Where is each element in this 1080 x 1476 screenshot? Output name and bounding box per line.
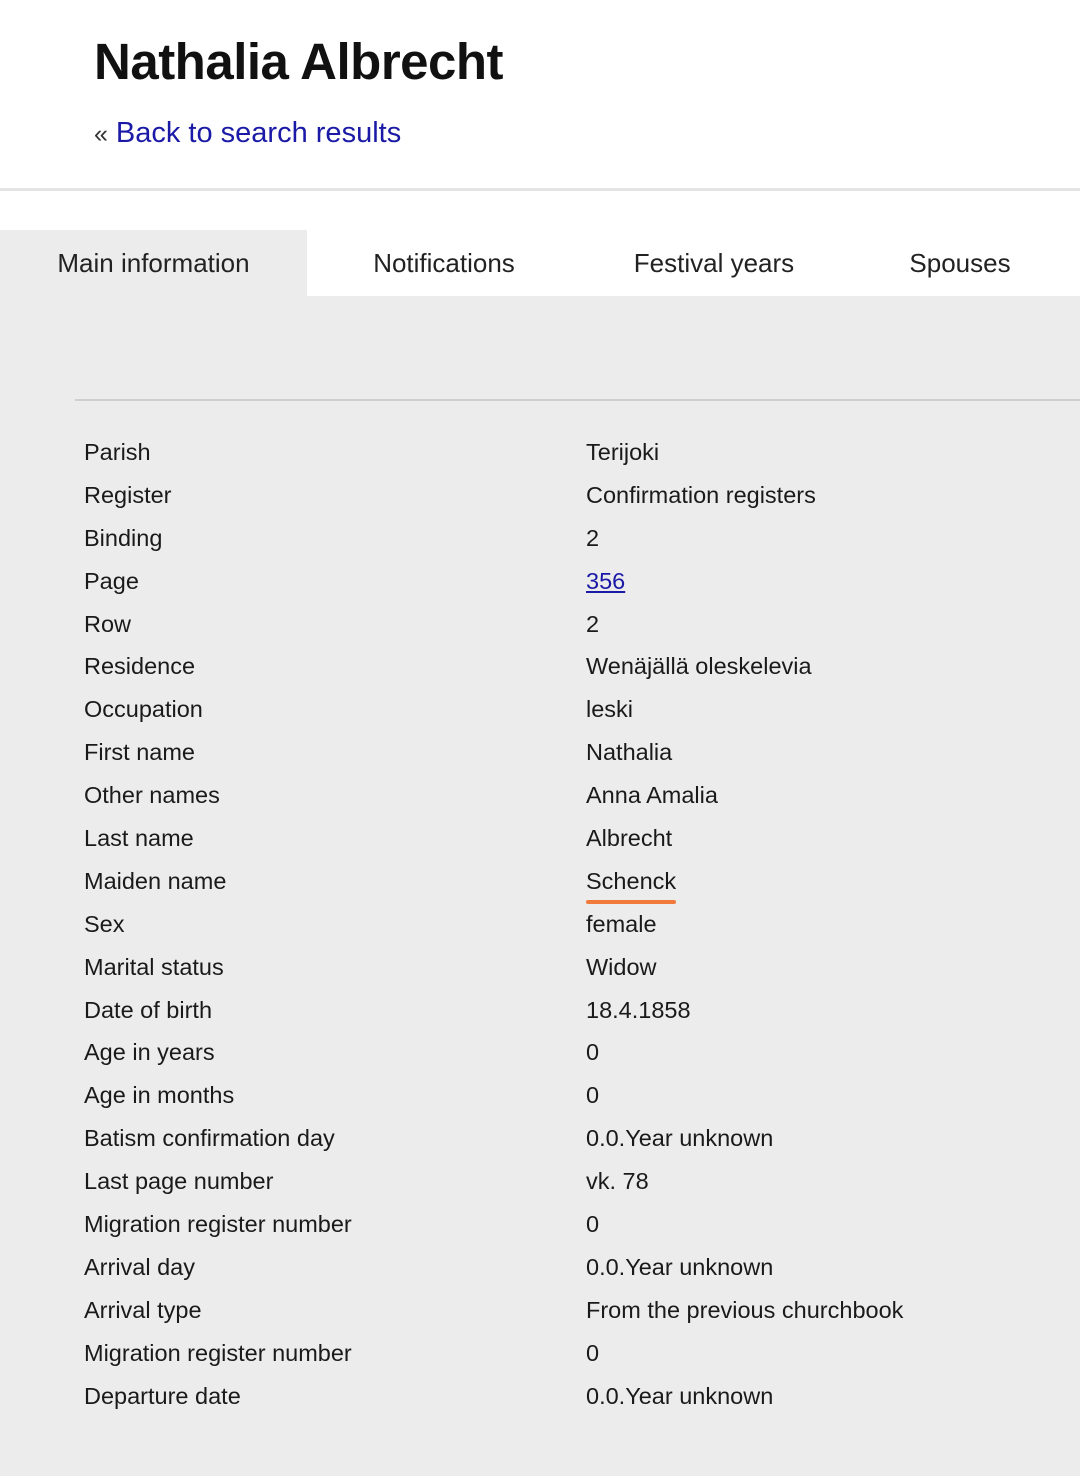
row-residence: Residence Wenäjällä oleskelevia — [84, 645, 1024, 688]
main-information-panel: Parish Terijoki Register Confirmation re… — [0, 296, 1080, 1476]
value-last-name: Albrecht — [586, 824, 673, 851]
label-other-names: Other names — [84, 782, 220, 809]
row-occupation: Occupation leski — [84, 688, 1024, 731]
label-last-name: Last name — [84, 824, 194, 851]
value-maiden-name-cell: Schenck — [586, 860, 1024, 904]
label-first-name: First name — [84, 739, 195, 766]
value-date-of-birth: 18.4.1858 — [586, 996, 691, 1023]
row-page: Page 356 — [84, 560, 1024, 603]
value-age-in-years: 0 — [586, 1039, 600, 1066]
back-arrow-icon: « — [94, 120, 108, 148]
label-last-page-number: Last page number — [84, 1168, 274, 1195]
row-age-in-months: Age in months 0 — [84, 1074, 1024, 1117]
row-arrival-day: Arrival day 0.0.Year unknown — [84, 1246, 1024, 1289]
value-last-page-number: vk. 78 — [586, 1168, 649, 1195]
value-first-name: Nathalia — [586, 739, 673, 766]
row-sex: Sex female — [84, 903, 1024, 946]
row-date-of-birth: Date of birth 18.4.1858 — [84, 989, 1024, 1032]
page-title: Nathalia Albrecht — [94, 33, 504, 90]
tab-main-information[interactable]: Main information — [0, 230, 307, 296]
row-register: Register Confirmation registers — [84, 474, 1024, 517]
value-migration-register-number-2: 0 — [586, 1339, 600, 1366]
value-migration-register-number: 0 — [586, 1210, 600, 1237]
tab-notifications[interactable]: Notifications — [340, 230, 548, 296]
value-row: 2 — [586, 610, 600, 637]
label-departure-date: Departure date — [84, 1382, 241, 1409]
row-row: Row 2 — [84, 603, 1024, 646]
highlight-underline — [586, 899, 677, 904]
tab-spouses[interactable]: Spouses — [880, 230, 1040, 296]
row-last-page-number: Last page number vk. 78 — [84, 1160, 1024, 1203]
page-number-link[interactable]: 356 — [586, 568, 625, 594]
tab-festival-years[interactable]: Festival years — [610, 230, 818, 296]
row-marital-status: Marital status Widow — [84, 946, 1024, 989]
value-marital-status: Widow — [586, 953, 657, 980]
row-migration-register-number-2: Migration register number 0 — [84, 1332, 1024, 1375]
content-divider — [75, 399, 1080, 401]
row-arrival-type: Arrival type From the previous churchboo… — [84, 1289, 1024, 1332]
row-parish: Parish Terijoki — [84, 431, 1024, 474]
value-page-cell: 356 — [586, 560, 1024, 603]
label-migration-register-number-2: Migration register number — [84, 1339, 352, 1366]
label-maiden-name: Maiden name — [84, 867, 227, 894]
value-confirmation-day: 0.0.Year unknown — [586, 1125, 774, 1152]
label-date-of-birth: Date of birth — [84, 996, 213, 1023]
value-arrival-type: From the previous churchbook — [586, 1296, 904, 1323]
label-residence: Residence — [84, 653, 196, 680]
value-arrival-day: 0.0.Year unknown — [586, 1253, 774, 1280]
value-age-in-months: 0 — [586, 1082, 600, 1109]
row-migration-register-number: Migration register number 0 — [84, 1203, 1024, 1246]
label-age-in-months: Age in months — [84, 1082, 235, 1109]
value-sex: female — [586, 910, 657, 937]
label-parish: Parish — [84, 438, 151, 465]
label-arrival-day: Arrival day — [84, 1253, 196, 1280]
label-migration-register-number: Migration register number — [84, 1210, 352, 1237]
label-sex: Sex — [84, 910, 125, 937]
value-binding: 2 — [586, 524, 600, 551]
highlighted-maiden-name: Schenck — [586, 867, 677, 904]
value-maiden-name: Schenck — [586, 867, 677, 894]
label-arrival-type: Arrival type — [84, 1296, 202, 1323]
label-row: Row — [84, 610, 132, 637]
tab-bar: Main information Notifications Festival … — [0, 191, 1080, 296]
row-age-in-years: Age in years 0 — [84, 1031, 1024, 1074]
row-binding: Binding 2 — [84, 517, 1024, 560]
row-departure-date: Departure date 0.0.Year unknown — [84, 1375, 1024, 1418]
label-register: Register — [84, 481, 172, 508]
record-details-table: Parish Terijoki Register Confirmation re… — [84, 431, 1024, 1417]
label-occupation: Occupation — [84, 696, 203, 723]
label-confirmation-day: Batism confirmation day — [84, 1125, 335, 1152]
back-navigation: « Back to search results — [94, 117, 401, 150]
value-register: Confirmation registers — [586, 481, 816, 508]
value-departure-date: 0.0.Year unknown — [586, 1382, 774, 1409]
value-occupation: leski — [586, 696, 634, 723]
value-other-names: Anna Amalia — [586, 782, 718, 809]
value-residence: Wenäjällä oleskelevia — [586, 653, 812, 680]
row-last-name: Last name Albrecht — [84, 817, 1024, 860]
label-age-in-years: Age in years — [84, 1039, 215, 1066]
row-other-names: Other names Anna Amalia — [84, 774, 1024, 817]
label-marital-status: Marital status — [84, 953, 224, 980]
label-page: Page — [84, 567, 139, 594]
row-first-name: First name Nathalia — [84, 731, 1024, 774]
back-to-search-results-link[interactable]: Back to search results — [116, 117, 401, 149]
row-confirmation-day: Batism confirmation day 0.0.Year unknown — [84, 1117, 1024, 1160]
value-parish: Terijoki — [586, 438, 660, 465]
row-maiden-name: Maiden name Schenck — [84, 860, 1024, 904]
label-binding: Binding — [84, 524, 163, 551]
page-header: Nathalia Albrecht « Back to search result… — [0, 0, 1080, 188]
